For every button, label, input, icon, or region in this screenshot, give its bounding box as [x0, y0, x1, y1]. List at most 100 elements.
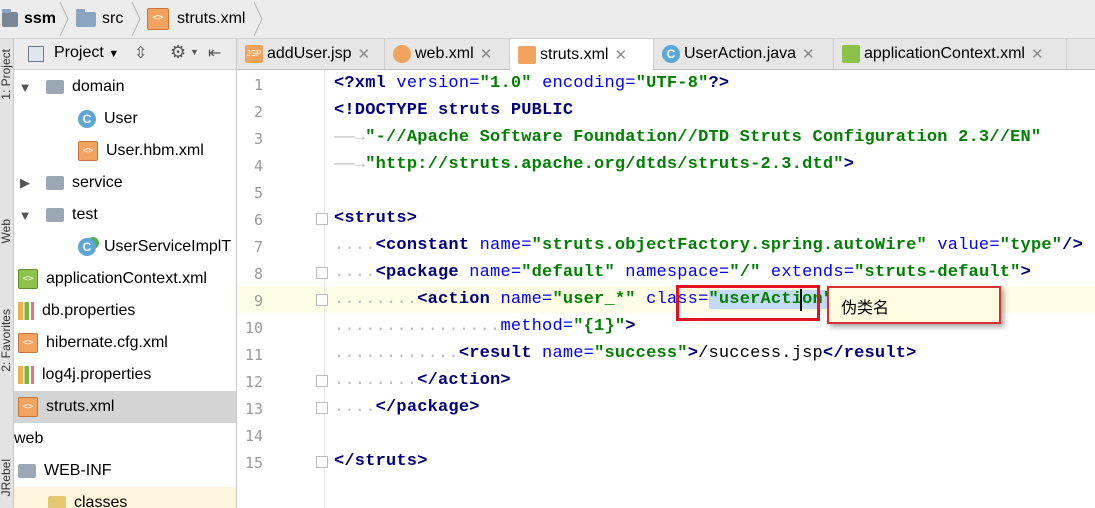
- line-number: 9: [253, 292, 263, 310]
- tree-item-user[interactable]: C User: [14, 103, 236, 135]
- tree-item-label: service: [72, 174, 123, 191]
- project-view-selector[interactable]: Project ▼: [54, 44, 119, 62]
- project-panel: Project ▼ ⇳ ⚙ ▼ ⇤ ▼ domain C User <> Use…: [14, 39, 237, 508]
- tree-item-label: UserServiceImplT: [104, 238, 232, 255]
- web-xml-icon: [393, 45, 411, 63]
- line-number: 12: [244, 373, 263, 391]
- tree-item-user-hbm[interactable]: <> User.hbm.xml: [14, 135, 236, 167]
- expanded-arrow-icon[interactable]: ▼: [18, 208, 32, 223]
- code-line-10[interactable]: ................method="{1}">: [334, 317, 636, 336]
- tree-item-web-inf[interactable]: WEB-INF: [14, 455, 236, 487]
- close-tab-icon[interactable]: ✕: [358, 45, 371, 63]
- settings-dropdown-icon[interactable]: ▼: [190, 47, 199, 57]
- line-number: 13: [244, 400, 263, 418]
- breadcrumb-project[interactable]: ssm: [2, 0, 56, 38]
- close-tab-icon[interactable]: ✕: [480, 45, 493, 63]
- tree-item-label: applicationContext.xml: [46, 270, 207, 287]
- code-line-7[interactable]: ....<constant name="struts.objectFactory…: [334, 236, 1083, 255]
- jsp-icon: JSP: [245, 45, 263, 63]
- tree-item-label: User: [104, 110, 138, 127]
- module-icon: [2, 8, 18, 27]
- fold-marker-icon[interactable]: [316, 456, 328, 468]
- code-line-4[interactable]: ——→"http://struts.apache.org/dtds/struts…: [334, 155, 854, 174]
- tree-item-hibernate-cfg[interactable]: <> hibernate.cfg.xml: [14, 327, 236, 359]
- tab-adduser-jsp[interactable]: JSP addUser.jsp ✕: [237, 39, 385, 69]
- output-folder-icon: [48, 496, 66, 508]
- xml-icon: [518, 45, 536, 64]
- project-view-icon: [28, 46, 44, 62]
- line-number: 4: [253, 157, 263, 175]
- package-folder-icon: [46, 80, 64, 94]
- package-folder-icon: [46, 176, 64, 190]
- breadcrumb-separator-icon: [59, 1, 69, 37]
- fold-marker-icon[interactable]: [316, 267, 328, 279]
- editor-tab-bar: JSP addUser.jsp ✕ web.xml ✕ struts.xml ✕ C …: [237, 39, 1095, 70]
- xml-file-icon: <>: [18, 397, 38, 417]
- fold-marker-icon[interactable]: [316, 294, 328, 306]
- tree-item-service[interactable]: ▶ service: [14, 167, 236, 199]
- tree-item-label: web: [14, 430, 44, 447]
- fold-marker-icon[interactable]: [316, 375, 328, 387]
- code-line-2[interactable]: <!DOCTYPE struts PUBLIC: [334, 101, 573, 120]
- tab-label: addUser.jsp: [267, 45, 352, 62]
- breadcrumb-src[interactable]: src: [76, 0, 123, 38]
- code-line-13[interactable]: ....</package>: [334, 398, 480, 417]
- tab-label: web.xml: [415, 45, 474, 62]
- gutter-divider: [324, 70, 325, 508]
- tree-item-label: struts.xml: [46, 398, 115, 415]
- tree-item-domain[interactable]: ▼ domain: [14, 71, 236, 103]
- annotation-note-text: 伪类名: [841, 298, 890, 317]
- project-tool-tab[interactable]: 1: Project: [0, 49, 13, 100]
- code-line-6[interactable]: <struts>: [334, 209, 417, 228]
- breadcrumb-label: ssm: [24, 10, 57, 27]
- code-line-8[interactable]: ....<package name="default" namespace="/…: [334, 263, 1031, 282]
- code-line-3[interactable]: ——→"-//Apache Software Foundation//DTD S…: [334, 128, 1041, 147]
- close-tab-icon[interactable]: ✕: [1031, 45, 1044, 63]
- tab-struts-xml[interactable]: struts.xml ✕: [510, 39, 654, 70]
- code-line-11[interactable]: ............<result name="success">/succ…: [334, 344, 917, 363]
- breadcrumb-file[interactable]: <> struts.xml: [147, 0, 245, 38]
- navigation-breadcrumb-bar: ssm src <> struts.xml: [0, 0, 1095, 39]
- code-line-12[interactable]: ........</action>: [334, 371, 511, 390]
- tree-item-test[interactable]: ▼ test: [14, 199, 236, 231]
- collapse-all-icon[interactable]: ⇳: [134, 43, 147, 63]
- tree-item-web[interactable]: web: [14, 423, 236, 455]
- tree-item-db-properties[interactable]: db.properties: [14, 295, 236, 327]
- fold-marker-icon[interactable]: [316, 402, 328, 414]
- tree-item-struts-xml[interactable]: <> struts.xml: [14, 391, 236, 423]
- settings-gear-icon[interactable]: ⚙: [170, 42, 186, 63]
- hide-panel-icon[interactable]: ⇤: [208, 43, 221, 63]
- tree-item-label: classes: [74, 494, 128, 508]
- line-number: 5: [253, 184, 263, 202]
- code-line-1[interactable]: <?xml version="1.0" encoding="UTF-8"?>: [334, 74, 729, 93]
- close-tab-icon[interactable]: ✕: [802, 45, 815, 63]
- jrebel-tool-tab[interactable]: JRebel: [0, 459, 13, 496]
- breadcrumb-label: struts.xml: [177, 10, 246, 27]
- close-tab-icon[interactable]: ✕: [614, 46, 627, 64]
- collapsed-arrow-icon[interactable]: ▶: [18, 175, 32, 191]
- tree-item-userserviceimpltest[interactable]: C UserServiceImplT: [14, 231, 236, 263]
- tree-item-log4j-properties[interactable]: log4j.properties: [14, 359, 236, 391]
- tab-useraction-java[interactable]: C UserAction.java ✕: [654, 39, 834, 69]
- favorites-tool-tab[interactable]: 2: Favorites: [0, 309, 13, 372]
- folder-icon: [18, 464, 36, 478]
- web-tool-tab[interactable]: Web: [0, 219, 13, 243]
- tab-label: applicationContext.xml: [864, 45, 1025, 62]
- tree-item-label: log4j.properties: [42, 366, 152, 383]
- tree-item-applicationcontext[interactable]: <> applicationContext.xml: [14, 263, 236, 295]
- code-line-15[interactable]: </struts>: [334, 452, 428, 471]
- expanded-arrow-icon[interactable]: ▼: [18, 80, 32, 95]
- properties-file-icon: [18, 302, 34, 320]
- tab-applicationcontext-xml[interactable]: applicationContext.xml ✕: [834, 39, 1067, 69]
- line-number: 15: [244, 454, 263, 472]
- tab-web-xml[interactable]: web.xml ✕: [385, 39, 510, 69]
- tree-item-label: db.properties: [42, 302, 136, 319]
- spring-xml-icon: [842, 45, 860, 63]
- project-toolbar: Project ▼ ⇳ ⚙ ▼ ⇤: [14, 39, 236, 70]
- xml-file-icon: <>: [18, 333, 38, 353]
- tree-item-label: hibernate.cfg.xml: [46, 334, 168, 351]
- fold-marker-icon[interactable]: [316, 213, 328, 225]
- class-icon: C: [662, 45, 680, 63]
- tree-item-classes[interactable]: classes: [14, 487, 236, 508]
- tree-item-label: test: [72, 206, 98, 223]
